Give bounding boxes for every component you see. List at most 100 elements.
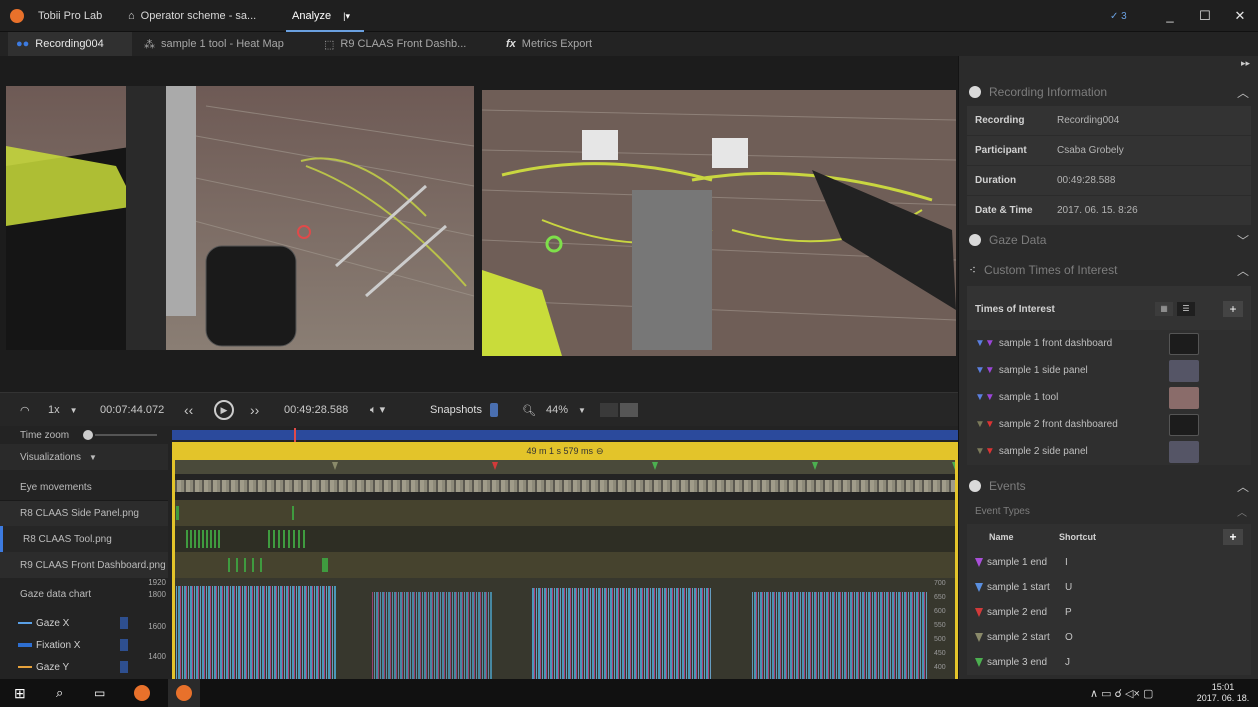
- document-tab[interactable]: ⌂ Operator scheme - sa...: [128, 0, 256, 32]
- aoi-row-side-panel[interactable]: R8 CLAAS Side Panel.png: [0, 500, 168, 526]
- event-shortcut: I: [1065, 557, 1068, 568]
- event-marker-icon: [975, 608, 983, 617]
- event-type-row[interactable]: sample 3 end J: [967, 650, 1251, 675]
- list-view-icon[interactable]: ☰: [1177, 302, 1195, 316]
- heatmap-icon: ⁂: [144, 38, 155, 51]
- info-key: Participant: [975, 145, 1027, 156]
- windows-start-icon[interactable]: ⊞: [14, 685, 30, 701]
- speed-icon[interactable]: ◠: [20, 393, 30, 427]
- selection-range-bar[interactable]: 49 m 1 s 579 ms ⊖: [172, 442, 958, 460]
- event-types-subheader[interactable]: Event Types ︿: [967, 500, 1251, 522]
- event-type-row[interactable]: sample 1 end I: [967, 550, 1251, 575]
- play-button[interactable]: ▶: [214, 393, 234, 427]
- snapshots-toggle[interactable]: [490, 393, 498, 427]
- aoi-track-front-dashboard: [172, 552, 958, 578]
- timeline-panel: Time zoom Visualizations ▼ 49 m 1 s 579 …: [0, 426, 958, 679]
- events-column-headers: Name Shortcut +: [967, 524, 1251, 550]
- tobii-taskbar-button[interactable]: [168, 679, 200, 707]
- axis-tick: 1400: [148, 652, 166, 661]
- recording-icon: ●●: [16, 38, 30, 50]
- step-back-button[interactable]: ‹‹: [184, 393, 193, 427]
- minus-circle-icon[interactable]: ⊖: [596, 446, 604, 457]
- event-type-row[interactable]: sample 2 end P: [967, 600, 1251, 625]
- info-row-recording: Recording Recording004: [967, 106, 1251, 135]
- snapshot-image[interactable]: [482, 90, 956, 356]
- notification-icon[interactable]: ✓ 3: [1110, 0, 1127, 32]
- toi-item[interactable]: ▼ ▼ sample 2 side panel: [967, 438, 1251, 465]
- tab-recording[interactable]: ●● Recording004: [8, 32, 132, 56]
- event-marker: [492, 462, 498, 470]
- tab-heatmap[interactable]: ⁂ sample 1 tool - Heat Map: [136, 32, 292, 56]
- toi-marker-icon: ▼: [975, 365, 985, 376]
- gaze-signal: [176, 586, 928, 679]
- toi-thumbnail: [1169, 359, 1199, 382]
- recording-info-header[interactable]: Recording Information ︿: [959, 78, 1258, 106]
- firefox-icon[interactable]: [134, 685, 150, 701]
- event-type-row[interactable]: sample 2 start O: [967, 625, 1251, 650]
- view-tabs-bar: ●● Recording004 ⁂ sample 1 tool - Heat M…: [0, 32, 1258, 56]
- task-view-icon[interactable]: ▭: [94, 685, 110, 701]
- current-time: 00:07:44.072: [100, 404, 165, 416]
- toi-label: sample 1 front dashboard: [998, 338, 1113, 349]
- event-name: sample 3 end: [987, 657, 1048, 668]
- system-clock[interactable]: 15:01 2017. 06. 18.: [1196, 682, 1250, 704]
- info-key: Recording: [975, 115, 1025, 126]
- gaze-chart-left-axis: 1920 1800 1600 1400: [140, 578, 168, 679]
- legend-label: Fixation X: [36, 639, 81, 651]
- zoom-icon[interactable]: 🔍︎: [522, 393, 536, 427]
- gaze-data-header[interactable]: Gaze Data ﹀: [959, 226, 1258, 254]
- minimize-button[interactable]: _: [1155, 8, 1185, 24]
- function-icon: fx: [506, 38, 516, 50]
- aoi-row-tool[interactable]: R8 CLAAS Tool.png: [0, 526, 168, 552]
- toi-thumbnail: [1169, 440, 1199, 463]
- scene-camera-video[interactable]: [6, 86, 474, 350]
- event-shortcut: U: [1065, 582, 1073, 593]
- zoom-select[interactable]: 44% ▼: [546, 393, 586, 427]
- tab-metrics-export[interactable]: fx Metrics Export: [498, 32, 600, 56]
- toi-header-row: Times of Interest ▦ ☰ +: [967, 286, 1251, 332]
- events-header[interactable]: Events ︿: [959, 472, 1258, 500]
- column-header-shortcut: Shortcut: [1059, 532, 1096, 542]
- legend-item-fixation-x[interactable]: Fixation X: [18, 634, 128, 656]
- visualizations-row[interactable]: Visualizations ▼: [0, 444, 168, 470]
- toi-item[interactable]: ▼ ▼ sample 1 tool: [967, 384, 1251, 411]
- toi-item[interactable]: ▼ ▼ sample 1 front dashboard: [967, 330, 1251, 357]
- event-type-row[interactable]: sample 1 start U: [967, 575, 1251, 600]
- toi-item[interactable]: ▼ ▼ sample 1 side panel: [967, 357, 1251, 384]
- tab-recording-label: Recording004: [35, 38, 104, 50]
- recording-info-title: Recording Information: [989, 85, 1108, 99]
- toi-marker-icon: ▼: [975, 419, 985, 430]
- aoi-track-side-panel: [172, 500, 958, 526]
- search-icon[interactable]: ⌕: [56, 685, 72, 701]
- selection-start-handle[interactable]: [172, 460, 175, 679]
- volume-button[interactable]: 🔈︎ ▾: [370, 393, 385, 427]
- gaze-data-chart[interactable]: [172, 578, 958, 679]
- collapse-panel-button[interactable]: ▸▸: [1241, 58, 1250, 69]
- aoi-label: R8 CLAAS Side Panel.png: [20, 508, 139, 519]
- legend-item-gaze-x[interactable]: Gaze X: [18, 612, 128, 634]
- add-event-button[interactable]: +: [1223, 529, 1243, 545]
- close-button[interactable]: ✕: [1225, 8, 1255, 24]
- time-zoom-slider[interactable]: [83, 430, 94, 440]
- grid-view-icon[interactable]: ▦: [1155, 302, 1173, 316]
- toi-thumbnail: [1169, 413, 1199, 436]
- legend-item-gaze-y[interactable]: Gaze Y: [18, 656, 128, 678]
- fit-screen-button[interactable]: [600, 393, 638, 427]
- maximize-button[interactable]: ☐: [1190, 8, 1220, 24]
- time-zoom-range[interactable]: [172, 428, 958, 442]
- speed-select[interactable]: 1x ▼: [48, 393, 78, 427]
- toi-label: sample 1 tool: [998, 392, 1059, 403]
- toi-marker-icon: ▼: [975, 446, 985, 457]
- toi-item[interactable]: ▼ ▼ sample 2 front dashboared: [967, 411, 1251, 438]
- chevron-up-icon: ︿: [1236, 263, 1249, 278]
- tab-analyze[interactable]: Analyze |▾: [292, 0, 350, 32]
- add-toi-button[interactable]: +: [1223, 301, 1243, 317]
- system-tray-icons[interactable]: ∧ ▭ ☌ ◁× ▢: [1090, 687, 1153, 700]
- aoi-row-front-dashboard[interactable]: R9 CLAAS Front Dashboard.png: [0, 552, 168, 578]
- step-forward-button[interactable]: ››: [250, 393, 259, 427]
- axis-tick: 600: [934, 608, 946, 615]
- custom-toi-header[interactable]: ⁖ Custom Times of Interest ︿: [959, 256, 1258, 284]
- aoi-label: R9 CLAAS Front Dashboard.png: [20, 559, 166, 571]
- tab-aoi[interactable]: ⬚ R9 CLAAS Front Dashb...: [316, 32, 474, 56]
- axis-tick: 650: [934, 594, 946, 601]
